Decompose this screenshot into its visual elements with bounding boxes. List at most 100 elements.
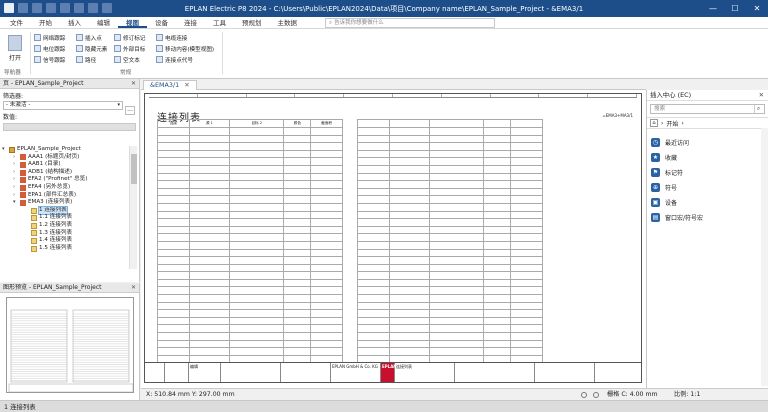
status-text: 1 连接列表: [4, 403, 36, 411]
tree-node[interactable]: ▾ EMA3 (连接列表): [2, 199, 128, 207]
external-target-button[interactable]: 外部目标: [114, 44, 145, 53]
tree-node[interactable]: › EFA4 (另外总览): [2, 184, 128, 192]
tree-toggle-icon[interactable]: ›: [13, 192, 18, 200]
tab-preplanning[interactable]: 预规划: [234, 17, 270, 28]
tree-node[interactable]: ▾ EPLAN_Sample_Project: [2, 146, 128, 154]
tree-toggle-icon[interactable]: ›: [13, 184, 18, 192]
tree-toggle-icon[interactable]: ›: [13, 169, 18, 177]
window-title: EPLAN Electric P8 2024 - C:\Users\Public…: [184, 5, 584, 13]
tab-insert[interactable]: 插入: [60, 17, 89, 28]
maximize-button[interactable]: ☐: [724, 0, 746, 17]
tab-connect[interactable]: 连接: [176, 17, 205, 28]
table-row: [157, 172, 343, 182]
tab-view[interactable]: 视图: [118, 17, 147, 28]
markers-item[interactable]: ⚑ 标记符: [651, 165, 764, 180]
potential-trace-button[interactable]: 电位跟踪: [34, 44, 65, 53]
path-button[interactable]: 路径: [76, 55, 107, 64]
symbols-item[interactable]: ⊕ 符号: [651, 180, 764, 195]
tree-node-label: 1.4 连接列表: [39, 237, 73, 244]
sheet-ruler: [149, 94, 637, 98]
tree-toggle-icon[interactable]: ▾: [2, 146, 7, 154]
tab-home[interactable]: 开始: [31, 17, 60, 28]
insertion-point-button[interactable]: 插入点: [76, 33, 107, 42]
insert-center-search[interactable]: 搜索 ⌕: [650, 104, 765, 114]
recent-item[interactable]: ◷ 最近访问: [651, 135, 764, 150]
insert-center-nav: ⌂ › 开始 ›: [647, 117, 768, 129]
ribbon-tabs: 文件 开始 插入 编辑 视图 设备 连接 工具 预规划 主数据 ⌕ 告诉我你想要…: [0, 17, 768, 29]
graphic-preview-title: 图形预览 - EPLAN_Sample_Project: [3, 284, 102, 291]
table-row: [357, 339, 543, 349]
hidden-elements-button[interactable]: 隐藏元素: [76, 44, 107, 53]
table-row: [157, 225, 343, 235]
table-row: [357, 180, 543, 189]
tab-tools[interactable]: 工具: [205, 17, 234, 28]
nav-start-label[interactable]: 开始: [666, 119, 678, 128]
close-icon[interactable]: ✕: [131, 283, 136, 293]
tab-ema3-1[interactable]: &EMA3/1 ✕: [143, 80, 197, 90]
home-icon[interactable]: ⌂: [650, 119, 658, 127]
move-content-button[interactable]: 移动内容(模型视图): [156, 44, 214, 53]
tree-node-label: 1.5 连接列表: [39, 244, 73, 251]
insert-center-scrollbar[interactable]: [761, 128, 768, 386]
tell-me-search[interactable]: ⌕ 告诉我你想要做什么: [325, 18, 495, 28]
document-tabs: &EMA3/1 ✕: [141, 79, 646, 90]
tree-node[interactable]: 1.1 连接列表: [2, 214, 128, 222]
tree-toggle-icon[interactable]: ›: [13, 161, 18, 169]
tab-device[interactable]: 设备: [147, 17, 176, 28]
editor-label: 编辑: [189, 363, 221, 382]
devices-item[interactable]: ▣ 设备: [651, 195, 764, 210]
search-icon[interactable]: ⌕: [754, 105, 762, 113]
tree-node[interactable]: 1.4 连接列表: [2, 237, 128, 245]
tree-node[interactable]: › EFA2 ("Profinet" 总览): [2, 176, 128, 184]
tree-toggle-icon[interactable]: ›: [13, 154, 18, 162]
net-trace-button[interactable]: 网络跟踪: [34, 33, 65, 42]
page-icon: [31, 237, 37, 244]
tab-file[interactable]: 文件: [2, 17, 31, 28]
table-row: [357, 187, 543, 197]
connection-point-designation-button[interactable]: 连接点代号: [156, 55, 214, 64]
filter-options-button[interactable]: ...: [125, 106, 135, 115]
favorites-item[interactable]: ★ 收藏: [651, 150, 764, 165]
tab-edit[interactable]: 编辑: [89, 17, 118, 28]
cable-connection-button[interactable]: 电缆连接: [156, 33, 214, 42]
minimize-button[interactable]: —: [702, 0, 724, 17]
tree-node-label: EFA2 ("Profinet" 总览): [28, 176, 88, 183]
chevron-right-icon: ›: [661, 119, 664, 127]
page-navigator: 页 - EPLAN_Sample_Project ✕ 筛选器: - 未激活 - ▾ …: [0, 79, 140, 360]
close-icon[interactable]: ✕: [759, 90, 764, 101]
value-input[interactable]: [3, 123, 136, 131]
grid-icon[interactable]: [593, 392, 599, 398]
table-row: [157, 339, 343, 349]
tree-node-label: EMA3 (连接列表): [28, 199, 73, 206]
table-row: [357, 157, 543, 166]
tree-scrollbar[interactable]: [129, 146, 137, 269]
table-row: [357, 294, 543, 303]
star-icon: ★: [651, 153, 660, 162]
empty-text-button[interactable]: 空文本: [114, 55, 145, 64]
chevron-down-icon: ▾: [117, 102, 120, 108]
close-icon[interactable]: ✕: [131, 79, 136, 89]
open-navigator-button[interactable]: 打开: [4, 35, 26, 62]
filter-select[interactable]: - 未激活 - ▾: [3, 101, 123, 110]
tree-toggle-icon[interactable]: ›: [13, 176, 18, 184]
device-icon: ▣: [651, 198, 660, 207]
tree-node[interactable]: 1.5 连接列表: [2, 245, 128, 253]
bookmark-icon: ⚑: [651, 168, 660, 177]
table-row: [357, 316, 543, 326]
tree-node[interactable]: › AAA1 (标题页/封页): [2, 154, 128, 162]
close-button[interactable]: ✕: [746, 0, 768, 17]
insertion-point-icon: [76, 34, 83, 41]
close-tab-icon[interactable]: ✕: [184, 81, 189, 89]
table-row: [157, 347, 343, 356]
drawing-canvas[interactable]: 连接列表 =EMA3+MA3/1 连接源 1 目标 2 颜色 截面积 编辑 EPLAN…: [141, 90, 646, 388]
signal-trace-button[interactable]: 信号跟踪: [34, 55, 65, 64]
macros-item[interactable]: ▤ 窗口宏/符号宏: [651, 210, 764, 225]
tree-node[interactable]: 1.2 连接列表: [2, 222, 128, 230]
tree-toggle-icon[interactable]: ▾: [13, 199, 18, 207]
tree-node[interactable]: › AAB1 (目录): [2, 161, 128, 169]
table-row: [357, 233, 543, 242]
revision-marker-button[interactable]: 修订标记: [114, 33, 145, 42]
tab-master-data[interactable]: 主数据: [270, 17, 306, 28]
snap-icon[interactable]: [581, 392, 587, 398]
tree-node[interactable]: 1.3 连接列表: [2, 230, 128, 238]
